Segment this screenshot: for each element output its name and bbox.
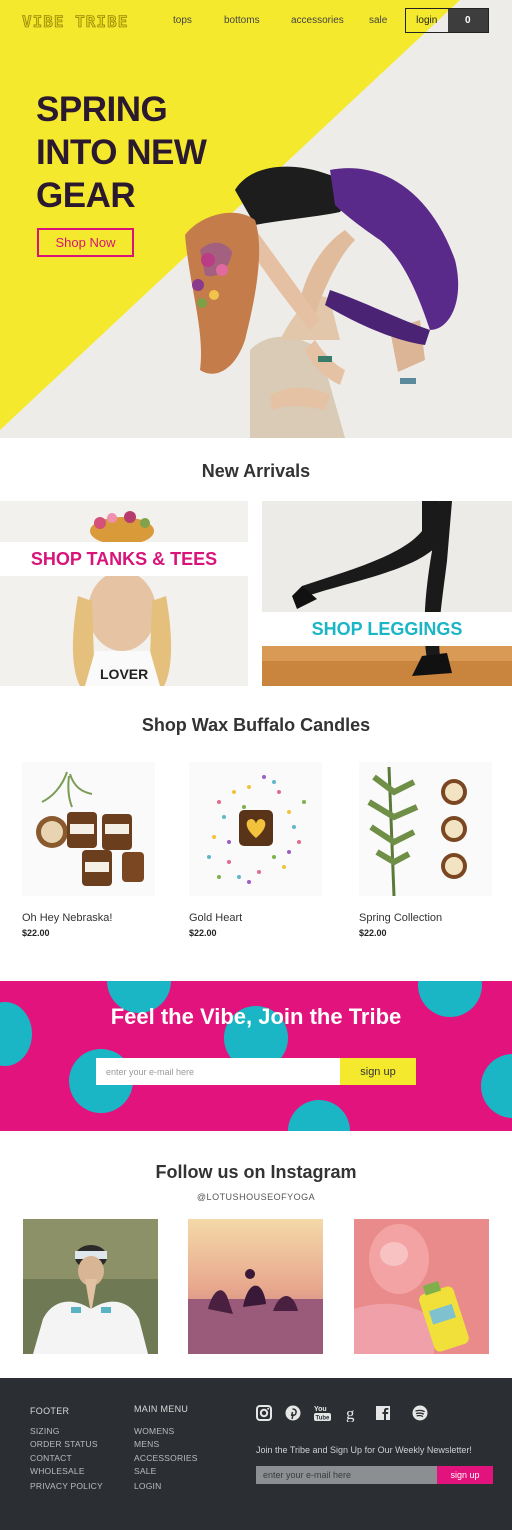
newsletter-signup-button[interactable]: sign up: [340, 1058, 416, 1085]
decorative-dot: [481, 1054, 512, 1118]
shop-now-button[interactable]: Shop Now: [37, 228, 134, 257]
nav-link-accessories[interactable]: accessories: [291, 15, 344, 26]
product-card[interactable]: Gold Heart $22.00: [189, 762, 322, 942]
decorative-dot: [288, 1100, 350, 1131]
product-price: $22.00: [359, 928, 387, 938]
product-image[interactable]: [22, 762, 155, 896]
new-arrivals-title: New Arrivals: [201, 461, 311, 481]
facebook-icon[interactable]: [374, 1404, 392, 1422]
svg-text:You: You: [314, 1406, 327, 1413]
leggings-photo: [262, 501, 512, 686]
nav-link-bottoms[interactable]: bottoms: [224, 15, 260, 26]
leggings-tile[interactable]: SHOP LEGGINGS: [262, 501, 512, 686]
hero-yoga-photo: [185, 166, 459, 438]
candles-title: Shop Wax Buffalo Candles: [141, 715, 371, 735]
spotify-icon[interactable]: [411, 1404, 429, 1422]
product-price: $22.00: [189, 928, 217, 938]
instagram-post[interactable]: [188, 1219, 323, 1354]
footer-link-order-status[interactable]: ORDER STATUS: [30, 1439, 98, 1449]
footer-email-input[interactable]: enter your e-mail here: [256, 1466, 437, 1484]
footer-newsletter-text: Join the Tribe and Sign Up for Our Weekl…: [256, 1445, 472, 1455]
footer-heading: FOOTER: [30, 1406, 70, 1416]
instagram-post[interactable]: [23, 1219, 158, 1354]
footer-link-sizing[interactable]: SIZING: [30, 1426, 60, 1436]
instagram-title: Follow us on Instagram: [155, 1162, 357, 1182]
product-card[interactable]: Oh Hey Nebraska! $22.00: [22, 762, 155, 942]
product-image[interactable]: [189, 762, 322, 896]
cart-button[interactable]: 0: [447, 9, 488, 32]
tanks-tees-tile[interactable]: LOVER SHOP TANKS & TEES: [0, 501, 248, 686]
footer-signup-button[interactable]: sign up: [437, 1466, 493, 1484]
hero-title-line: GEAR: [36, 176, 136, 215]
svg-text:LOVER: LOVER: [100, 666, 148, 682]
hero-title: SPRING INTO NEW GEAR: [36, 88, 276, 217]
footer-link-privacy-policy[interactable]: PRIVACY POLICY: [30, 1481, 103, 1491]
youtube-icon[interactable]: You Tube: [313, 1404, 333, 1422]
shop-tanks-tees-link[interactable]: SHOP TANKS & TEES: [0, 542, 248, 576]
account-controls: login 0: [405, 8, 489, 33]
product-name[interactable]: Gold Heart: [189, 912, 242, 924]
svg-text:Tube: Tube: [316, 1416, 331, 1422]
instagram-post[interactable]: [354, 1219, 489, 1354]
product-image[interactable]: [359, 762, 492, 896]
footer-link-womens[interactable]: WOMENS: [134, 1426, 174, 1436]
login-button[interactable]: login: [406, 9, 448, 32]
footer-heading: MAIN MENU: [134, 1404, 189, 1414]
product-name[interactable]: Oh Hey Nebraska!: [22, 912, 112, 924]
footer-link-mens[interactable]: MENS: [134, 1439, 159, 1449]
shop-leggings-link[interactable]: SHOP LEGGINGS: [262, 612, 512, 646]
hero-title-line: INTO NEW: [36, 133, 207, 172]
footer-link-accessories[interactable]: ACCESSORIES: [134, 1453, 198, 1463]
product-name[interactable]: Spring Collection: [359, 912, 442, 924]
top-nav: VIBE TRIBE tops bottoms accessories sale…: [0, 0, 512, 42]
newsletter-email-input[interactable]: enter your e-mail here: [96, 1058, 340, 1085]
footer-link-contact[interactable]: CONTACT: [30, 1453, 72, 1463]
brand-logo[interactable]: VIBE TRIBE: [22, 12, 128, 32]
footer-link-login[interactable]: LOGIN: [134, 1481, 161, 1491]
google-icon[interactable]: g: [343, 1404, 361, 1422]
hero-title-line: SPRING: [36, 90, 168, 129]
newsletter-banner: Feel the Vibe, Join the Tribe enter your…: [0, 981, 512, 1131]
instagram-icon[interactable]: [255, 1404, 273, 1422]
nav-link-sale[interactable]: sale: [369, 15, 387, 26]
pinterest-icon[interactable]: [284, 1404, 302, 1422]
hero-banner: VIBE TRIBE tops bottoms accessories sale…: [0, 0, 512, 438]
newsletter-title: Feel the Vibe, Join the Tribe: [110, 1004, 402, 1029]
svg-text:g: g: [346, 1404, 355, 1422]
nav-link-tops[interactable]: tops: [173, 15, 192, 26]
footer-link-wholesale[interactable]: WHOLESALE: [30, 1466, 85, 1476]
footer-link-sale[interactable]: SALE: [134, 1466, 157, 1476]
product-price: $22.00: [22, 928, 50, 938]
product-card[interactable]: Spring Collection $22.00: [359, 762, 492, 942]
instagram-handle[interactable]: @LOTUSHOUSEOFYOGA: [0, 1192, 512, 1202]
tanks-tees-photo: LOVER: [0, 501, 248, 686]
